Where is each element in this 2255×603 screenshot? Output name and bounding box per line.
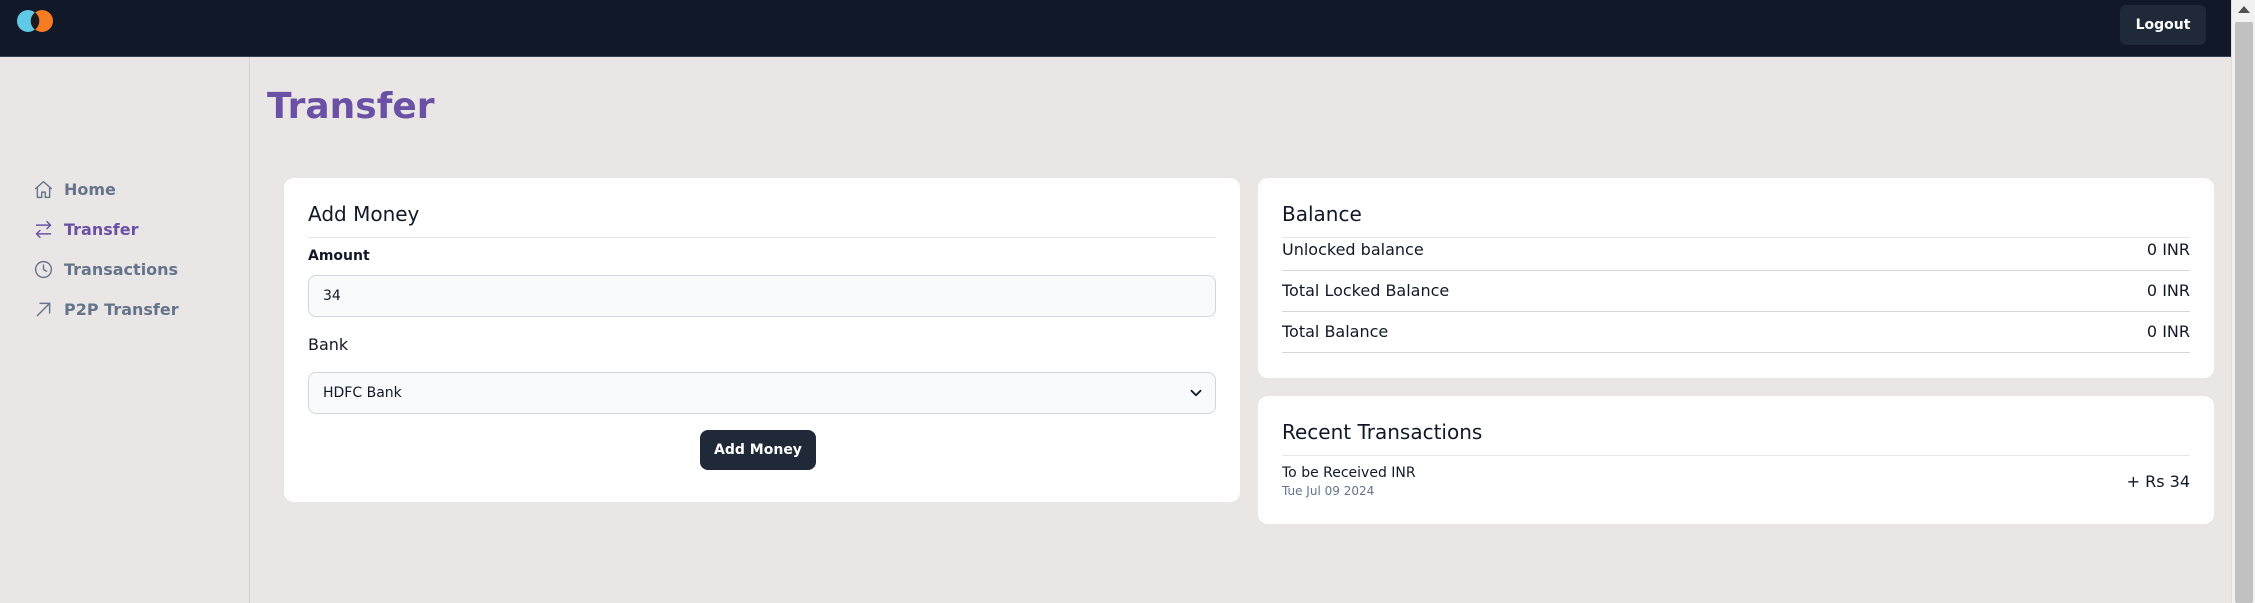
scrollbar-thumb[interactable]: [2235, 22, 2253, 603]
page-scrollbar[interactable]: [2231, 0, 2255, 603]
locked-balance-value: 0 INR: [2146, 281, 2190, 300]
bank-select-value: HDFC Bank: [323, 385, 402, 401]
balance-card: Balance Unlocked balance 0 INR Total Loc…: [1258, 178, 2214, 378]
page: Logout Home Transfer Transactions P2P Tr…: [0, 0, 2255, 603]
sidebar-item-p2p-transfer[interactable]: P2P Transfer: [33, 297, 179, 321]
total-balance-label: Total Balance: [1282, 322, 1389, 341]
total-balance-value: 0 INR: [2146, 322, 2190, 341]
transaction-date: Tue Jul 09 2024: [1282, 484, 1375, 498]
sidebar-item-label: Transactions: [64, 259, 179, 279]
transaction-amount: + Rs 34: [2126, 472, 2190, 491]
unlocked-balance-value: 0 INR: [2146, 240, 2190, 259]
add-money-card: Add Money Amount Bank HDFC Bank Add Mone…: [284, 178, 1240, 502]
page-title: Transfer: [267, 86, 435, 127]
transaction-title: To be Received INR: [1282, 465, 1416, 481]
transfer-icon: [35, 220, 52, 238]
card-divider: [1282, 237, 2190, 238]
logo-icon[interactable]: [16, 9, 56, 33]
sidebar-item-label: P2P Transfer: [64, 299, 179, 319]
recent-transactions-title: Recent Transactions: [1282, 420, 1483, 444]
unlocked-balance-label: Unlocked balance: [1282, 240, 1424, 259]
sidebar-item-home[interactable]: Home: [33, 177, 116, 201]
top-bar: Logout: [0, 0, 2231, 57]
balance-title: Balance: [1282, 202, 1362, 226]
sidebar-item-transfer[interactable]: Transfer: [33, 217, 138, 241]
sidebar: Home Transfer Transactions P2P Transfer: [0, 57, 250, 603]
logout-button[interactable]: Logout: [2120, 5, 2206, 45]
amount-label: Amount: [308, 248, 370, 264]
sidebar-item-label: Home: [64, 179, 116, 199]
sidebar-item-transactions[interactable]: Transactions: [33, 257, 178, 281]
home-icon: [34, 180, 53, 198]
row-divider: [1282, 352, 2190, 353]
amount-input[interactable]: [308, 275, 1216, 317]
card-divider: [1282, 455, 2190, 456]
arrow-up-right-icon: [36, 302, 51, 316]
recent-transactions-card: Recent Transactions To be Received INR T…: [1258, 396, 2214, 524]
scroll-up-arrow-icon[interactable]: [2238, 6, 2250, 13]
clock-icon: [34, 260, 53, 278]
chevron-down-icon: [1190, 389, 1202, 397]
locked-balance-label: Total Locked Balance: [1282, 281, 1450, 300]
sidebar-item-label: Transfer: [64, 219, 139, 239]
add-money-button[interactable]: Add Money: [700, 430, 816, 470]
card-divider: [308, 237, 1216, 238]
row-divider: [1282, 270, 2190, 271]
add-money-title: Add Money: [308, 202, 420, 226]
row-divider: [1282, 311, 2190, 312]
bank-select[interactable]: HDFC Bank: [308, 372, 1216, 414]
bank-label: Bank: [308, 335, 349, 354]
